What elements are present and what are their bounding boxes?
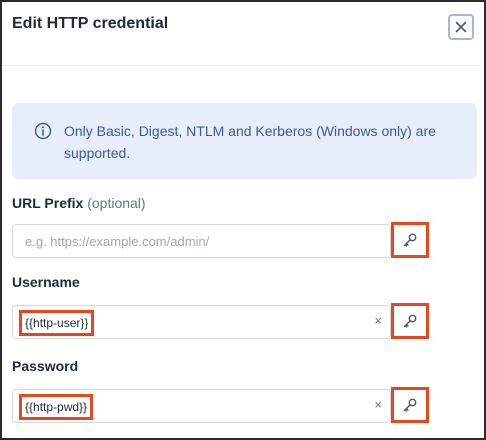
info-banner: Only Basic, Digest, NTLM and Kerberos (W… bbox=[12, 103, 477, 179]
password-key-button[interactable] bbox=[391, 387, 429, 423]
dialog-title: Edit HTTP credential bbox=[12, 15, 169, 32]
key-icon bbox=[403, 398, 417, 412]
password-value: {{http-pwd}} bbox=[19, 394, 94, 420]
password-input[interactable]: {{http-pwd}} × bbox=[12, 389, 391, 423]
username-key-button[interactable] bbox=[391, 303, 429, 339]
close-button[interactable] bbox=[448, 14, 474, 40]
password-clear-icon[interactable]: × bbox=[374, 397, 382, 412]
optional-hint: (optional) bbox=[87, 195, 146, 211]
username-clear-icon[interactable]: × bbox=[374, 313, 382, 328]
info-text: Only Basic, Digest, NTLM and Kerberos (W… bbox=[64, 123, 436, 161]
url-prefix-label-text: URL Prefix bbox=[12, 195, 84, 211]
key-icon bbox=[403, 233, 417, 247]
username-label: Username bbox=[12, 274, 80, 290]
url-prefix-placeholder: e.g. https://example.com/admin/ bbox=[25, 234, 210, 249]
edit-credential-dialog: Edit HTTP credential Only Basic, Digest,… bbox=[0, 0, 486, 440]
username-value: {{http-user}} bbox=[19, 310, 95, 336]
info-circle-icon bbox=[34, 122, 52, 140]
url-prefix-key-button[interactable] bbox=[391, 222, 429, 258]
url-prefix-input[interactable]: e.g. https://example.com/admin/ bbox=[12, 224, 391, 258]
password-label: Password bbox=[12, 358, 79, 374]
close-icon bbox=[455, 21, 467, 33]
key-icon bbox=[403, 314, 417, 328]
username-input[interactable]: {{http-user}} × bbox=[12, 305, 391, 339]
url-prefix-label: URL Prefix (optional) bbox=[12, 195, 146, 211]
dialog-header: Edit HTTP credential bbox=[2, 2, 484, 66]
